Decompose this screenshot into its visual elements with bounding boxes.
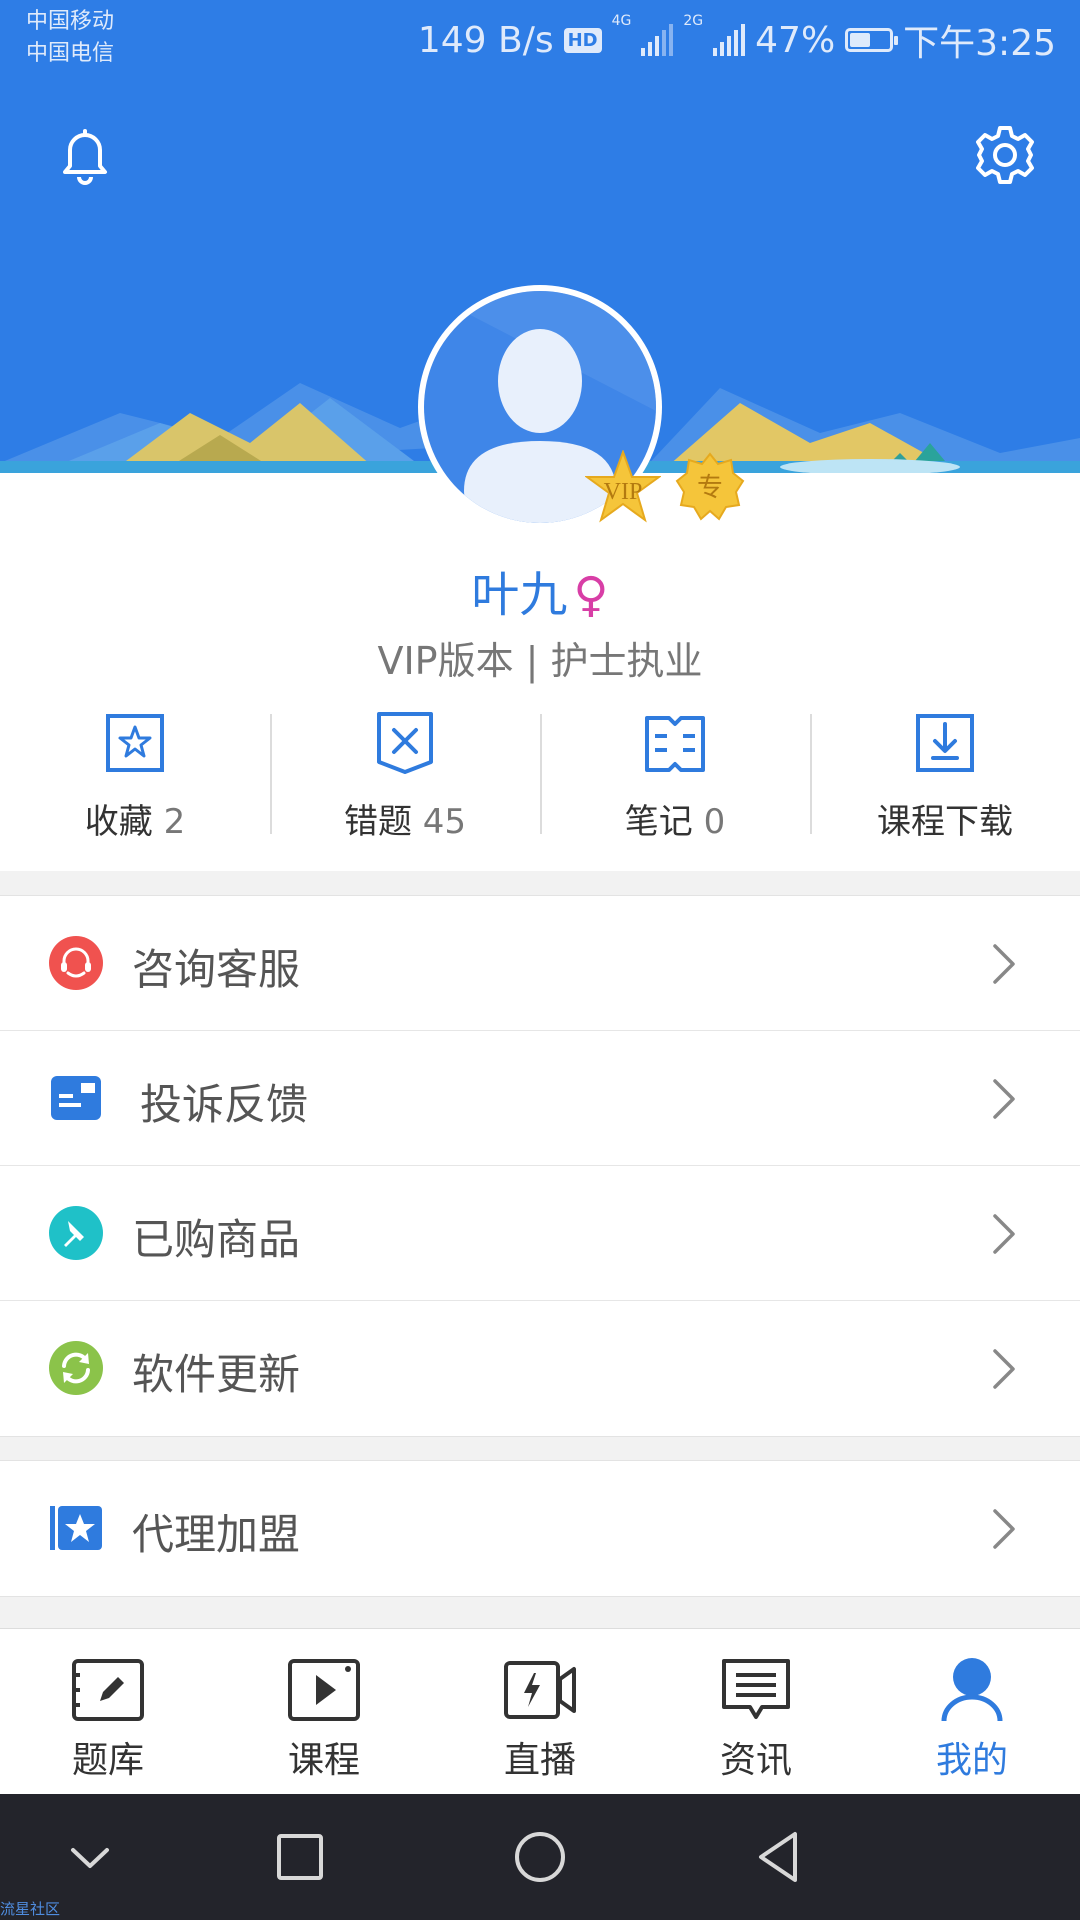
signal-icon	[641, 24, 674, 56]
quick-item-favorites[interactable]: 收藏 2	[0, 700, 270, 870]
hd-badge: HD	[563, 27, 602, 53]
quick-count: 45	[422, 802, 467, 842]
chevron-right-icon	[993, 944, 1015, 984]
tab-news[interactable]: 资讯	[648, 1629, 864, 1794]
professional-badge-text: 专	[697, 473, 723, 503]
quick-label-text: 收藏	[84, 802, 153, 842]
quick-count: 0	[703, 802, 726, 842]
carrier-1: 中国移动	[26, 9, 115, 34]
chevron-right-icon	[993, 1214, 1015, 1254]
carrier-2: 中国电信	[26, 41, 115, 66]
clock: 下午3:25	[903, 23, 1056, 64]
live-camera-icon	[504, 1661, 576, 1719]
agent-star-icon	[50, 1506, 102, 1550]
quick-item-wrong-questions[interactable]: 错题 45	[270, 700, 540, 870]
menu-label: 软件更新	[132, 1350, 301, 1399]
user-name-row: 叶九 ♀	[0, 555, 1080, 625]
network-type-1: 4G	[611, 13, 632, 29]
tab-question-bank[interactable]: 题库	[0, 1629, 216, 1794]
chevron-right-icon	[993, 1079, 1015, 1119]
feedback-card-icon	[51, 1076, 101, 1120]
menu-item-customer-service[interactable]: 咨询客服	[0, 896, 1080, 1031]
menu-label: 已购商品	[132, 1215, 301, 1264]
chevron-down-icon[interactable]	[55, 1822, 125, 1892]
tab-me[interactable]: 我的	[864, 1629, 1080, 1794]
star-bookmark-icon	[106, 714, 164, 772]
battery-icon	[845, 28, 899, 52]
battery-percent: 47%	[755, 19, 836, 61]
menu-label: 投诉反馈	[140, 1080, 309, 1129]
watermark-text: 流星社区	[0, 1900, 61, 1918]
status-indicators: 149 B/s HD 4G 2G 47% 下午3:25	[418, 14, 1056, 66]
course-play-icon	[288, 1659, 360, 1721]
question-bank-icon	[72, 1659, 144, 1721]
tab-label: 课程	[287, 1740, 360, 1781]
bottom-tab-bar: 题库 课程 直播 资讯 我的	[0, 1628, 1080, 1794]
menu-item-agent-join[interactable]: 代理加盟	[0, 1461, 1080, 1596]
chevron-right-icon	[993, 1509, 1015, 1549]
wrong-question-icon	[377, 712, 433, 774]
tab-live[interactable]: 直播	[432, 1629, 648, 1794]
carrier-info: 中国移动 中国电信	[26, 6, 114, 70]
download-icon	[916, 714, 974, 772]
signal-icon	[713, 24, 746, 56]
profile-person-icon	[941, 1658, 1003, 1722]
menu-group-services: 咨询客服 投诉反馈 已购商品 软件更新	[0, 895, 1080, 1437]
system-navigation-bar: 流星社区	[0, 1794, 1080, 1920]
gender-female-icon: ♀	[573, 567, 609, 623]
quick-count: 2	[163, 802, 186, 842]
customer-service-icon	[49, 936, 103, 990]
menu-item-purchased[interactable]: 已购商品	[0, 1166, 1080, 1301]
news-message-icon	[722, 1659, 790, 1719]
refresh-update-icon	[49, 1341, 103, 1395]
battery-fill	[850, 33, 870, 47]
professional-badge-icon: 专	[675, 452, 745, 521]
user-name: 叶九	[471, 567, 568, 623]
quick-label-text: 课程下载	[877, 802, 1013, 842]
network-speed: 149 B/s	[417, 19, 554, 61]
chevron-right-icon	[993, 1349, 1015, 1389]
tab-label: 我的	[935, 1740, 1008, 1781]
notebook-icon	[645, 716, 705, 772]
menu-label: 咨询客服	[132, 945, 301, 994]
tab-label: 题库	[71, 1740, 144, 1781]
menu-label: 代理加盟	[132, 1510, 301, 1559]
recent-apps-icon[interactable]	[265, 1822, 335, 1892]
quick-label: 课程下载	[810, 794, 1080, 843]
status-bar: 中国移动 中国电信 149 B/s HD 4G 2G 47% 下午3:25	[0, 0, 1080, 72]
quick-actions: 收藏 2 错题 45 笔记 0 课程下载	[0, 700, 1080, 870]
back-icon[interactable]	[745, 1822, 815, 1892]
user-subtitle: VIP版本 | 护士执业	[377, 639, 703, 683]
menu-item-software-update[interactable]: 软件更新	[0, 1301, 1080, 1436]
tab-course[interactable]: 课程	[216, 1629, 432, 1794]
quick-label: 收藏 2	[0, 794, 270, 843]
vip-badge-text: VIP	[604, 479, 643, 505]
vip-badge-icon: VIP	[585, 450, 661, 523]
menu-item-feedback[interactable]: 投诉反馈	[0, 1031, 1080, 1166]
quick-label: 笔记 0	[540, 794, 810, 843]
tab-label: 直播	[503, 1740, 576, 1781]
quick-label: 错题 45	[270, 794, 540, 843]
menu-group-agent: 代理加盟	[0, 1460, 1080, 1597]
tab-label: 资讯	[719, 1740, 792, 1781]
home-icon[interactable]	[505, 1822, 575, 1892]
quick-label-text: 笔记	[624, 802, 693, 842]
quick-item-course-download[interactable]: 课程下载	[810, 700, 1080, 870]
network-type-2: 2G	[683, 13, 704, 29]
purchased-tag-icon	[49, 1206, 103, 1260]
bell-icon[interactable]	[50, 120, 120, 190]
quick-item-notes[interactable]: 笔记 0	[540, 700, 810, 870]
gear-icon[interactable]	[970, 120, 1040, 190]
quick-label-text: 错题	[343, 802, 412, 842]
